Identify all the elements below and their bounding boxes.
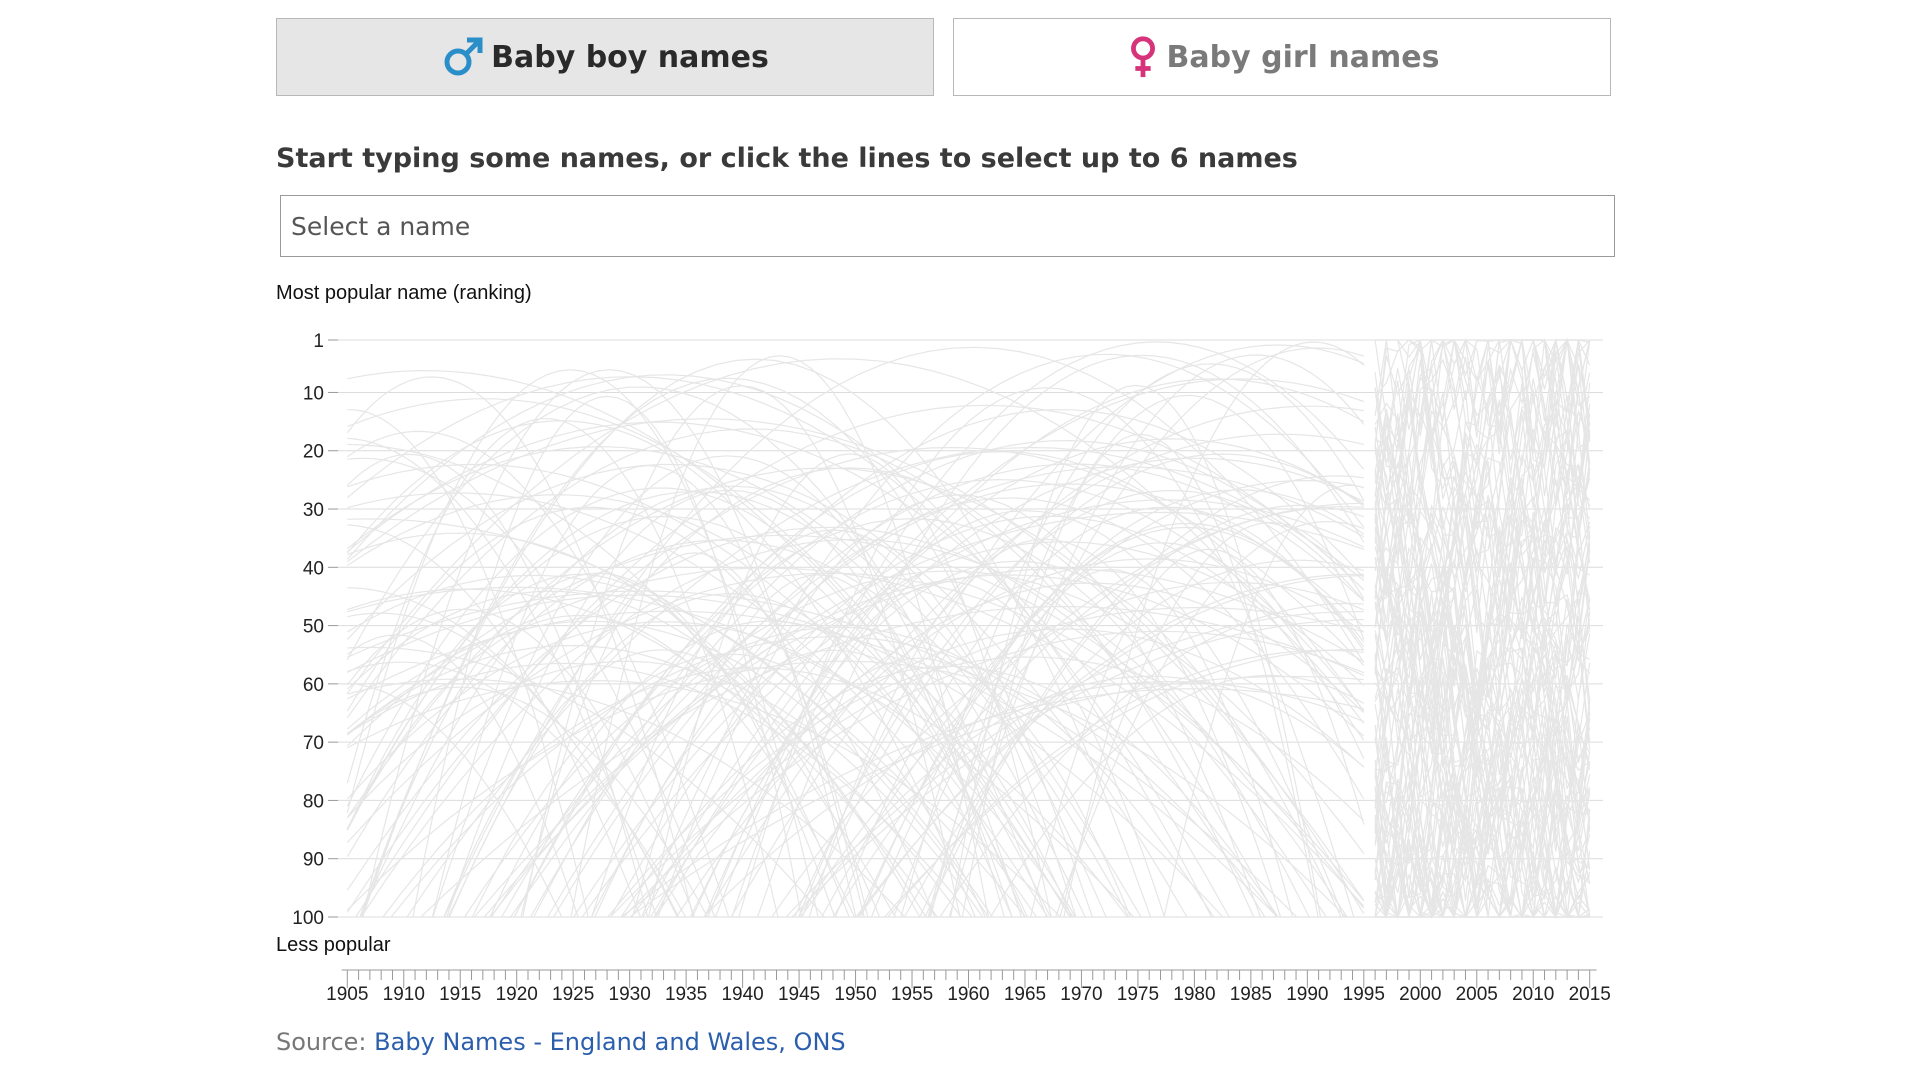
x-tick-label: 1975	[1117, 984, 1159, 1005]
x-tick-label: 2005	[1456, 984, 1498, 1005]
x-axis: 1905 1910 1915 1920 1925 1930 1935 1940 1945 1950…	[326, 969, 1611, 1005]
y-tick-label: 60	[303, 675, 324, 696]
y-tick-label: 20	[303, 442, 324, 463]
x-tick-label: 1980	[1173, 984, 1215, 1005]
source-link[interactable]: Baby Names - England and Wales, ONS	[374, 1028, 845, 1056]
y-tick-label: 40	[303, 558, 324, 579]
name-line[interactable]	[621, 688, 1364, 918]
y-tick-label: 50	[303, 617, 324, 638]
name-ranking-chart: 1102030405060708090100 1905 1910 1915 1920 1…	[292, 331, 1611, 1005]
x-tick-label: 1995	[1343, 984, 1385, 1005]
x-tick-label: 1930	[609, 984, 651, 1005]
x-tick-label: 1915	[439, 984, 481, 1005]
source-prefix: Source:	[276, 1028, 375, 1056]
y-tick-label: 30	[303, 500, 324, 521]
x-tick-label: 1990	[1286, 984, 1328, 1005]
x-tick-label: 1905	[326, 984, 368, 1005]
less-popular-label: Less popular	[276, 934, 391, 956]
name-line[interactable]	[347, 518, 1027, 918]
x-tick-label: 1945	[778, 984, 820, 1005]
name-lines[interactable]	[346, 337, 1591, 920]
source-note: Source: Baby Names - England and Wales, …	[276, 1028, 846, 1056]
x-tick-label: 2000	[1399, 984, 1441, 1005]
y-tick-label: 80	[303, 791, 324, 812]
y-tick-label: 10	[303, 383, 324, 404]
x-tick-label: 1985	[1230, 984, 1272, 1005]
x-tick-label: 2010	[1512, 984, 1554, 1005]
x-tick-label: 1935	[665, 984, 707, 1005]
x-tick-label: 1920	[496, 984, 538, 1005]
y-tick-label: 1	[313, 331, 324, 352]
x-tick-label: 1910	[383, 984, 425, 1005]
x-tick-label: 1955	[891, 984, 933, 1005]
name-line[interactable]	[857, 489, 1365, 918]
x-tick-label: 1940	[721, 984, 763, 1005]
y-tick-label: 100	[292, 908, 324, 929]
x-tick-label: 1970	[1060, 984, 1102, 1005]
y-axis: 1 10 20 30 40 50 60 70 80 90 100	[292, 331, 338, 929]
x-tick-label: 1965	[1004, 984, 1046, 1005]
x-tick-label: 1950	[834, 984, 876, 1005]
x-tick-label: 2015	[1569, 984, 1611, 1005]
y-tick-label: 70	[303, 733, 324, 754]
x-tick-label: 1925	[552, 984, 594, 1005]
x-tick-label: 1960	[947, 984, 989, 1005]
name-line[interactable]	[347, 457, 716, 918]
y-tick-label: 90	[303, 850, 324, 871]
name-line[interactable]	[448, 592, 1013, 918]
